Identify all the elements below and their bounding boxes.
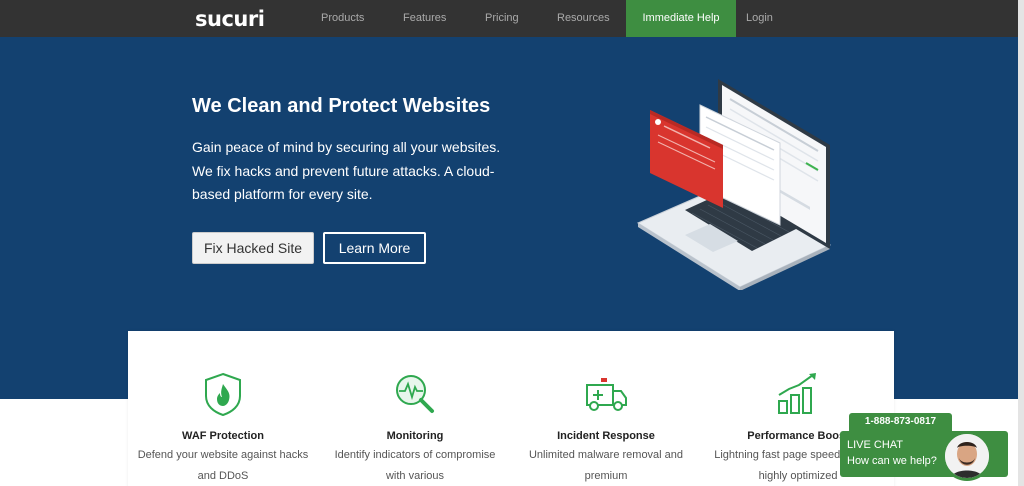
logo-text: sucuri (195, 7, 265, 31)
nav-item-resources[interactable]: Resources (557, 0, 610, 37)
shield-flame-icon (205, 372, 241, 417)
agent-avatar[interactable] (942, 431, 992, 481)
hero-title: We Clean and Protect Websites (192, 95, 491, 117)
growth-chart-icon (778, 373, 816, 414)
feature-title: WAF Protection (182, 430, 264, 442)
feature-description: Unlimited malware removal and premium (528, 449, 684, 482)
nav-item-features[interactable]: Features (403, 0, 446, 37)
agent-photo-icon (945, 434, 989, 478)
feature-description: Identify indicators of compromise with v… (334, 449, 496, 482)
immediate-help-button[interactable]: Immediate Help (626, 0, 736, 37)
learn-more-button[interactable]: Learn More (323, 232, 426, 264)
phone-number-tab[interactable]: 1-888-873-0817 (849, 413, 952, 431)
feature-title: Incident Response (557, 430, 655, 442)
nav-item-products[interactable]: Products (321, 0, 364, 37)
hero-subtitle: Gain peace of mind by securing all your … (192, 139, 501, 202)
sucuri-logo[interactable]: sucuri (195, 7, 265, 31)
top-navigation: sucuri Products Features Pricing Resourc… (0, 0, 1024, 37)
ambulance-icon (586, 378, 627, 411)
features-card: WAF Protection Defend your website again… (128, 331, 894, 486)
magnifier-pulse-icon (396, 375, 434, 413)
feature-title: Monitoring (386, 430, 444, 442)
nav-item-pricing[interactable]: Pricing (485, 0, 519, 37)
feature-description: Defend your website against hacks and DD… (137, 449, 309, 482)
laptop-illustration (636, 79, 832, 290)
scrollbar-track[interactable] (1018, 0, 1024, 486)
live-chat-subtitle: How can we help? (847, 455, 937, 467)
nav-item-login[interactable]: Login (746, 0, 773, 37)
fix-hacked-site-button[interactable]: Fix Hacked Site (192, 232, 314, 264)
live-chat-title: LIVE CHAT (847, 439, 904, 451)
